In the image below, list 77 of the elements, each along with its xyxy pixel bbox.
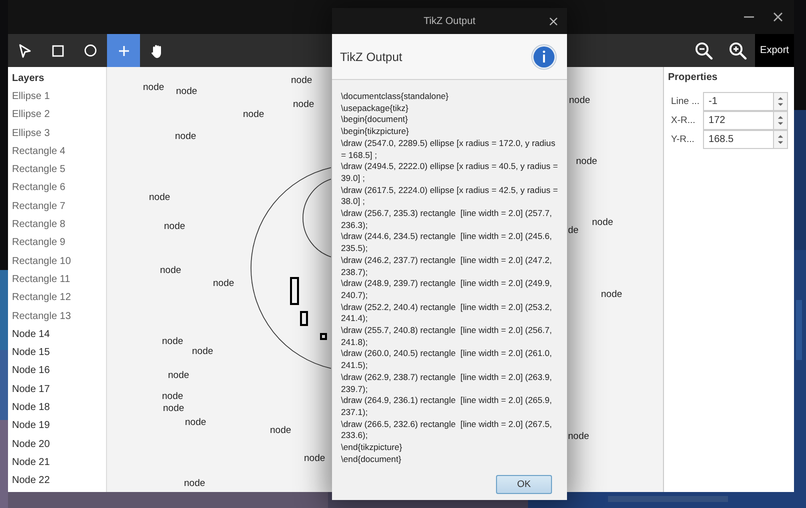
layer-item[interactable]: Rectangle 5 [12,161,106,180]
number-field[interactable]: 172 [702,111,773,130]
node-label: node [213,278,234,290]
node-label: de [568,225,579,237]
node-label: node [175,131,196,143]
layer-item[interactable]: Node 22 [12,472,106,491]
node-label: node [270,425,292,437]
layer-item[interactable]: Ellipse 3 [12,124,106,143]
property-label: Y-R... [671,134,696,145]
node-label: node [164,221,186,233]
node-label: node [160,265,182,277]
node-label: node [143,82,164,94]
property-label: X-R... [671,115,696,126]
node-label: node [184,478,206,490]
node-label: node [162,391,184,403]
number-field[interactable]: 168.5 [702,130,773,149]
ok-button[interactable]: OK [496,475,552,494]
close-icon[interactable] [549,17,558,26]
layer-item[interactable]: Node 20 [12,436,106,454]
property-label: Line ... [671,96,700,107]
layer-item[interactable]: Rectangle 8 [12,216,106,234]
node-label: node [291,75,312,87]
hand-icon [150,44,162,58]
number-field[interactable]: -1 [702,92,773,111]
node-label: node [243,109,264,121]
close-icon[interactable] [772,11,784,23]
layer-item[interactable]: Rectangle 13 [12,308,106,326]
layer-item[interactable]: Rectangle 4 [12,142,106,162]
layer-item[interactable]: Rectangle 12 [12,289,106,308]
node-label: node [576,156,598,168]
layer-item[interactable]: Node 16 [12,362,106,381]
layers-title: Layers [12,72,46,86]
export-button[interactable]: Export [755,34,794,67]
node-label: node [185,417,206,429]
layer-item[interactable]: Rectangle 7 [12,198,106,216]
zoom-in-icon [729,42,747,60]
pointer-icon [18,44,32,58]
stepper-arrows-icon[interactable] [773,111,788,130]
dialog-heading: TikZ Output [340,50,402,64]
layer-item[interactable]: Node 21 [12,454,106,472]
rectangle-shape [290,277,299,305]
dialog-title: TikZ Output [424,16,476,26]
node-label: node [192,346,214,358]
rectangle-shape [300,311,308,326]
stepper-arrows-icon[interactable] [773,130,788,149]
layer-item[interactable]: Ellipse 2 [12,106,106,125]
layer-item[interactable]: Ellipse 1 [12,88,106,106]
tikz-code-text: \documentclass{standalone} \usepackage{tikz} \begin{document} \begin{tikzpicture} \draw (2547.0, 2289.5) ellipse [x radius = 172.0, y radius = 168.5] ; \draw (2494.5, 2222.0) ellipse [x radius = 40.5, y radius = 39.0] ; \draw (2617.5, 2224.0) ellipse [x radius = 42.5, y radius = 38.0] ; \draw (256.7, 235.3) rectangle [line width = 2.0] (257.7, 236.3); \draw (244.6, 234.5) rectangle [line width = 2.0] (245.6, 235.5); \draw (246.2, 237.7) rectangle [line width = 2.0] (247.2, 238.7); \draw (248.9, 239.7) rectangle [line width = 2.0] (249.9, 240.7); \draw (252.2, 240.4) rectangle [line width = 2.0] (253.2, 241.4); \draw (255.7, 240.8) rectangle [line width = 2.0] (256.7, 241.8); \draw (260.0, 240.5) rectangle [line width = 2.0] (261.0, 241.5); \draw (262.9, 238.7) rectangle [line width = 2.0] (263.9, 239.7); \draw (264.9, 236.1) rectangle [line width = 2.0] (265.9, 237.1); \draw (266.5, 232.6) rectangle [line width = 2.0] (267.5, 233.6); \end{tikzpicture} \end{document} [341,91,558,466]
layer-item[interactable]: Rectangle 11 [12,270,106,290]
layer-item[interactable]: Node 17 [12,380,106,400]
node-label: node [568,431,590,443]
circle-icon [84,44,97,57]
layer-item[interactable]: Rectangle 6 [12,179,106,198]
properties-title: Properties [668,71,718,85]
node-label: node [163,403,184,415]
node-label: node [149,192,170,204]
square-icon [52,44,64,56]
layer-item[interactable]: Node 15 [12,344,106,362]
layer-item[interactable]: Rectangle 9 [12,234,106,253]
info-icon [531,44,557,70]
minimize-icon[interactable] [743,16,755,18]
zoom-out-icon [695,42,713,60]
node-label: node [168,370,190,382]
layer-item[interactable]: Rectangle 10 [12,252,106,271]
layer-item[interactable]: Node 14 [12,326,106,344]
layer-item[interactable]: Node 19 [12,417,106,436]
rectangle-shape [320,333,327,340]
node-label: node [162,336,184,348]
node-label: node [601,289,622,301]
node-label: node [592,217,614,229]
node-label: node [304,453,326,465]
stepper-arrows-icon[interactable] [773,92,788,111]
plus-icon [118,46,128,56]
layer-item[interactable]: Node 18 [12,399,106,418]
node-label: node [176,86,198,98]
node-label: node [293,99,314,111]
node-label: node [569,95,590,107]
